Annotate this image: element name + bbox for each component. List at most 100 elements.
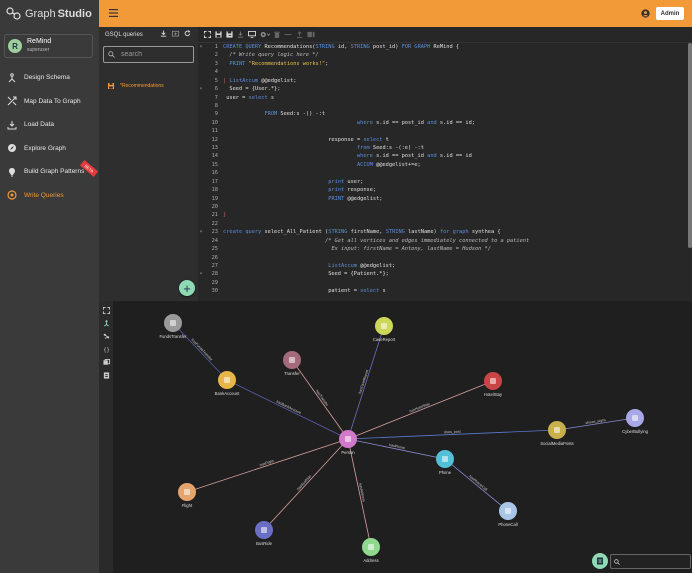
- code-line[interactable]: ▾ 6 Seed = {User.*};: [198, 85, 684, 93]
- graph-log-icon[interactable]: [103, 372, 110, 379]
- code-line[interactable]: 10 where s.id == post_id and s.id == id;: [198, 119, 684, 127]
- code-line[interactable]: 26: [198, 254, 684, 262]
- avatar: R: [8, 39, 22, 53]
- graph-node-casereport[interactable]: CaseReport: [373, 317, 396, 342]
- download-icon[interactable]: [160, 30, 167, 37]
- nav-item-write-queries[interactable]: Write Queries: [0, 184, 99, 208]
- code-line[interactable]: 15 ACCUM @@edgelist+=e;: [198, 161, 684, 169]
- graph-search-input[interactable]: [623, 557, 687, 566]
- code-line[interactable]: 3 PRINT "Recommendations works!";: [198, 60, 684, 68]
- nav-item-map-data[interactable]: Map Data To Graph: [0, 90, 99, 114]
- upload-icon[interactable]: [296, 31, 303, 38]
- code-line[interactable]: 12 response = select t: [198, 136, 684, 144]
- graph-edge[interactable]: [347, 438, 372, 548]
- code-line[interactable]: ▾ 1 CREATE QUERY Recommendations(STRING id…: [198, 43, 684, 51]
- code-line[interactable]: ▾ 23 create query select_All_Patient (STRI…: [198, 228, 684, 236]
- line-number: 26: [211, 254, 218, 261]
- code-line[interactable]: 29: [198, 279, 684, 287]
- help-icon[interactable]: [307, 31, 315, 38]
- code-line[interactable]: 19 PRINT @@edgelist;: [198, 195, 684, 203]
- graph-node-phone[interactable]: Phone: [436, 450, 454, 475]
- brand[interactable]: Graph Studio: [0, 0, 99, 27]
- nav-item-build-patterns[interactable]: Build Graph Patterns BETA: [0, 159, 99, 184]
- code-line[interactable]: 25 Ex input: firstName = Antony, lastNam…: [198, 245, 684, 253]
- run-query-icon[interactable]: [248, 31, 256, 38]
- graph-node-cyberbullying[interactable]: CyberBullying: [622, 409, 649, 434]
- graph-edge[interactable]: [347, 325, 385, 440]
- code-line[interactable]: 27 ListAccum @@edgelist;: [198, 262, 684, 270]
- refresh-icon[interactable]: [184, 30, 191, 37]
- add-query-icon[interactable]: [172, 30, 179, 37]
- add-button[interactable]: +: [179, 280, 195, 296]
- graph-panel[interactable]: hasFundsTransfer hasBankAccount hasTransfe…: [99, 301, 692, 573]
- code-line[interactable]: 18 print response;: [198, 186, 684, 194]
- show-log-icon[interactable]: [284, 31, 292, 38]
- graph-node-socialmediaposts[interactable]: SocialMediaPosts: [540, 421, 574, 446]
- code-line[interactable]: 16: [198, 169, 684, 177]
- graph-node-transfer[interactable]: Transfer: [283, 351, 301, 376]
- code-line[interactable]: 17 print user;: [198, 178, 684, 186]
- query-search-input[interactable]: [119, 50, 193, 59]
- graph-node-flight[interactable]: Flight: [178, 483, 196, 508]
- graphstudio-logo-icon: [6, 6, 21, 20]
- graph-edge[interactable]: [291, 359, 349, 440]
- code-line[interactable]: 24 /* Get all vertices and edges immedia…: [198, 237, 684, 245]
- settings-icon[interactable]: [260, 31, 270, 38]
- graph-node-fundstransfer[interactable]: FundsTransfer: [159, 314, 187, 339]
- legend-button[interactable]: [592, 553, 608, 569]
- nav-item-explore-graph[interactable]: Explore Graph: [0, 137, 99, 161]
- code-line[interactable]: ▾ 28 Seed = {Patient.*};: [198, 270, 684, 278]
- code-text: response = select t: [223, 136, 389, 143]
- user-card[interactable]: R ReMind superuser: [4, 34, 93, 58]
- code-line[interactable]: 4: [198, 68, 684, 76]
- admin-button[interactable]: Admin: [656, 7, 684, 20]
- code-line[interactable]: 2 /* Write query logic here */: [198, 51, 684, 59]
- map-data-icon: [7, 96, 17, 106]
- code-area[interactable]: ▾ 1 CREATE QUERY Recommendations(STRING id…: [198, 43, 684, 301]
- code-line[interactable]: 9 FROM Seed:s -() -:t: [198, 110, 684, 118]
- code-line[interactable]: 11: [198, 127, 684, 135]
- graph-node-address[interactable]: Address: [362, 538, 380, 563]
- query-list-item[interactable]: * Recommendations: [99, 81, 198, 91]
- code-editor[interactable]: ▾ 1 CREATE QUERY Recommendations(STRING id…: [198, 27, 692, 301]
- graph-node-phonecall[interactable]: PhoneCall: [498, 502, 518, 527]
- graph-node-bankaccount[interactable]: BankAccount: [215, 371, 241, 396]
- nav-item-load-data[interactable]: Load Data: [0, 113, 99, 137]
- delete-icon[interactable]: [274, 31, 280, 38]
- code-line[interactable]: 22: [198, 220, 684, 228]
- code-line[interactable]: 8: [198, 102, 684, 110]
- install-icon[interactable]: [237, 31, 244, 38]
- graph-node-busride[interactable]: BusRide: [255, 521, 273, 546]
- graph-layout-icon[interactable]: [103, 333, 110, 340]
- code-line[interactable]: 21}: [198, 211, 684, 219]
- graph-table-icon[interactable]: [103, 359, 110, 366]
- fullscreen-icon[interactable]: [204, 31, 211, 38]
- account-icon[interactable]: [641, 9, 650, 18]
- graph-expand-icon[interactable]: [103, 320, 110, 327]
- code-line[interactable]: 5 | ListAccum @@edgelist;: [198, 77, 684, 85]
- nav-item-design-schema[interactable]: Design Schema: [0, 66, 99, 90]
- code-line[interactable]: 30 patient = select s: [198, 287, 684, 295]
- code-line[interactable]: 7 user = select s: [198, 94, 684, 102]
- query-search-box[interactable]: [103, 46, 194, 63]
- graph-edge[interactable]: [226, 379, 349, 440]
- menu-icon[interactable]: [109, 9, 118, 17]
- graph-canvas[interactable]: hasFundsTransfer hasBankAccount hasTransfe…: [99, 301, 692, 573]
- graph-node-person[interactable]: Person: [339, 430, 357, 455]
- line-number: 2: [214, 52, 218, 59]
- code-line[interactable]: 13 from Seed:s -(:e) -:t: [198, 144, 684, 152]
- graph-edge[interactable]: [347, 438, 446, 460]
- graph-edge[interactable]: [444, 458, 509, 512]
- graph-edge[interactable]: [347, 380, 494, 440]
- save-as-icon[interactable]: [226, 31, 233, 38]
- code-line[interactable]: 14 where s.id == post_id and s.id == id: [198, 152, 684, 160]
- graph-node-hotelstay[interactable]: HotelStay: [484, 372, 503, 397]
- graph-json-icon[interactable]: {}: [103, 346, 110, 353]
- graph-edge[interactable]: [172, 322, 228, 381]
- graph-search-box[interactable]: [610, 554, 691, 569]
- graph-fit-icon[interactable]: [103, 307, 110, 314]
- editor-scrollbar[interactable]: [688, 43, 692, 248]
- save-icon[interactable]: [215, 31, 222, 38]
- code-line[interactable]: 20: [198, 203, 684, 211]
- line-number: 24: [211, 237, 218, 244]
